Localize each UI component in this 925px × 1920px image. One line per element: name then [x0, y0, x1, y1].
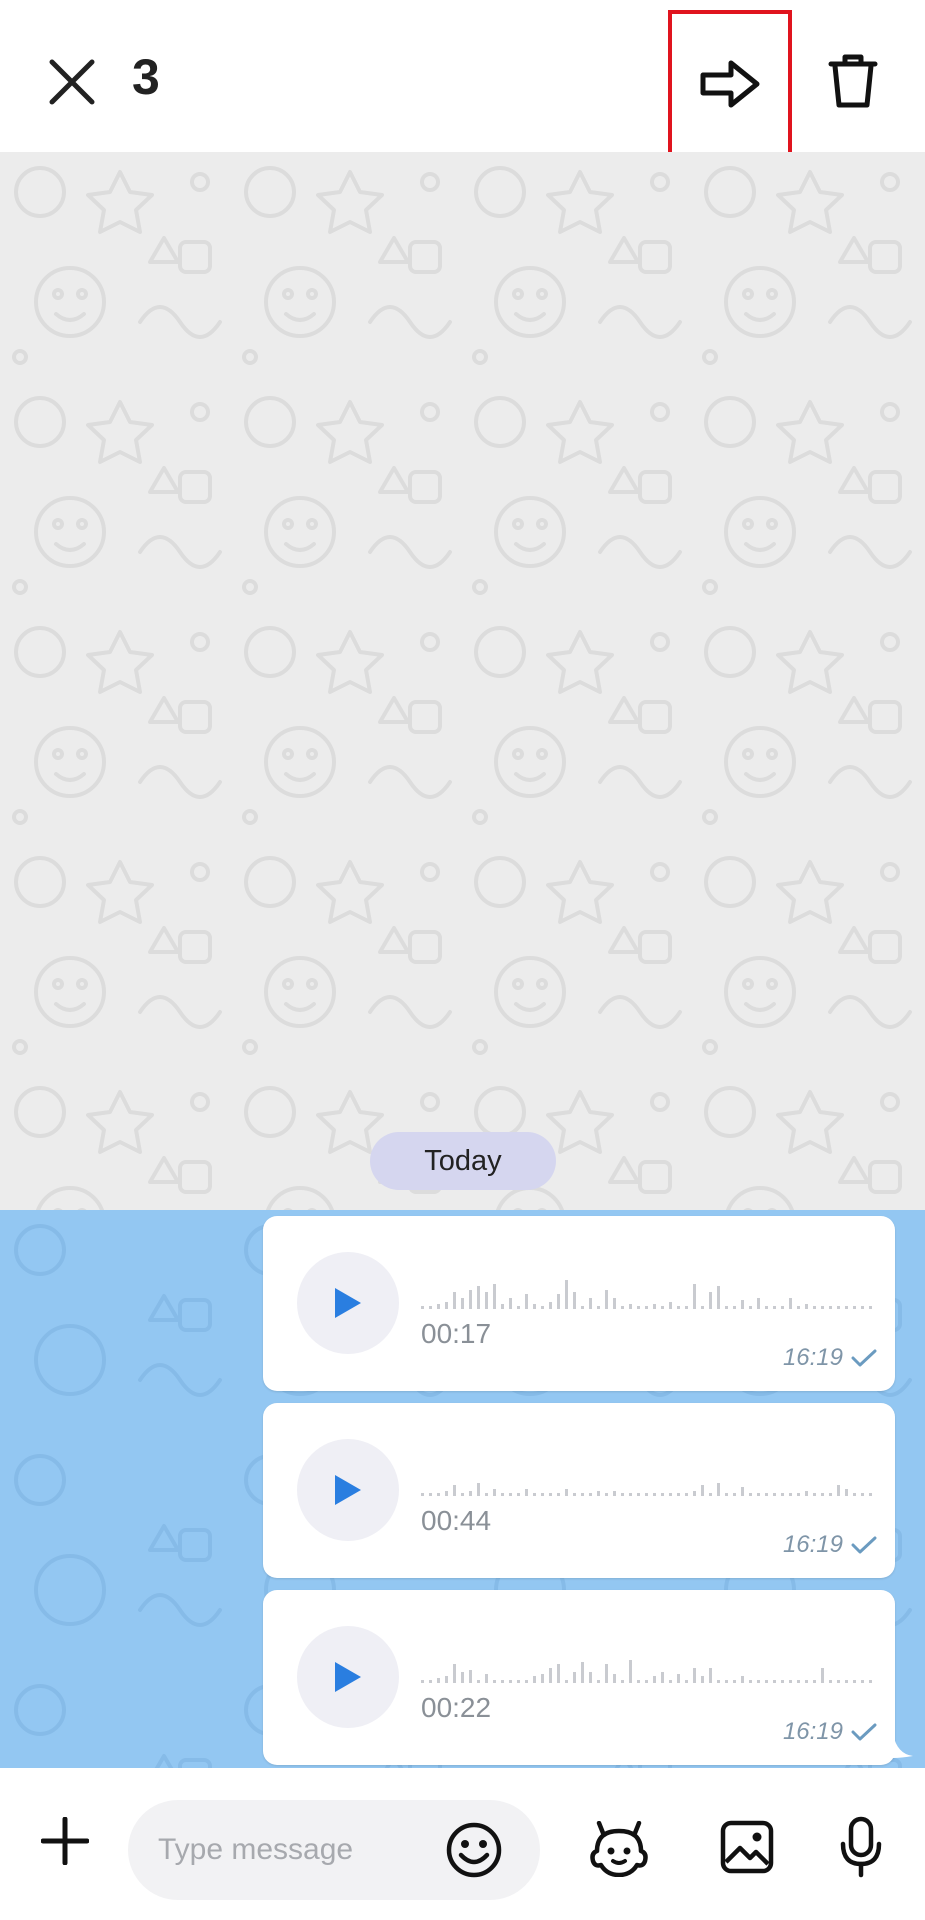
plus-icon — [41, 1817, 89, 1865]
bubble-tail — [893, 1734, 913, 1758]
message-meta: 16:19 — [783, 1344, 877, 1372]
chat-area[interactable]: Today 00:17 16:19 00:44 16:19 00:22 16:1… — [0, 152, 925, 1768]
check-icon — [851, 1723, 877, 1741]
voice-duration: 00:17 — [421, 1318, 492, 1349]
play-button[interactable] — [297, 1252, 399, 1354]
message-time: 16:19 — [782, 1718, 843, 1745]
voice-record-button[interactable] — [836, 1814, 886, 1880]
close-selection-button[interactable] — [40, 50, 104, 114]
emoji-button[interactable] — [444, 1820, 504, 1880]
waveform[interactable] — [421, 1459, 881, 1499]
play-button[interactable] — [297, 1626, 399, 1728]
play-button[interactable] — [297, 1439, 399, 1541]
smiley-icon — [446, 1822, 502, 1878]
trash-icon — [828, 54, 878, 108]
message-input[interactable] — [158, 1828, 448, 1872]
message-meta: 16:19 — [783, 1531, 877, 1559]
voice-message[interactable]: 00:44 16:19 — [263, 1403, 895, 1578]
selected-count: 3 — [132, 49, 160, 105]
gallery-button[interactable] — [718, 1818, 776, 1876]
voice-duration: 00:44 — [421, 1505, 492, 1536]
date-separator: Today — [370, 1132, 556, 1190]
check-icon — [851, 1349, 877, 1367]
voice-duration: 00:22 — [421, 1692, 492, 1723]
voice-message[interactable]: 00:17 16:19 — [263, 1216, 895, 1391]
bot-face-icon — [590, 1821, 648, 1877]
attach-button[interactable] — [30, 1806, 100, 1876]
microphone-icon — [840, 1816, 882, 1878]
waveform[interactable] — [421, 1272, 881, 1312]
check-icon — [851, 1536, 877, 1554]
message-time: 16:19 — [782, 1531, 843, 1558]
play-icon — [335, 1475, 361, 1505]
waveform[interactable] — [421, 1646, 881, 1686]
play-icon — [335, 1288, 361, 1318]
forward-arrow-icon — [700, 60, 760, 107]
message-field[interactable] — [128, 1800, 540, 1900]
message-time: 16:19 — [782, 1344, 843, 1371]
message-meta: 16:19 — [783, 1718, 877, 1746]
composer-bar — [0, 1768, 925, 1920]
delete-button[interactable] — [820, 46, 886, 116]
voice-message[interactable]: 00:22 16:19 — [263, 1590, 895, 1765]
image-icon — [720, 1820, 774, 1874]
close-icon — [49, 59, 95, 105]
play-icon — [335, 1662, 361, 1692]
selection-toolbar: 3 — [0, 0, 925, 157]
sticker-button[interactable] — [588, 1818, 650, 1880]
forward-button[interactable] — [668, 10, 792, 157]
